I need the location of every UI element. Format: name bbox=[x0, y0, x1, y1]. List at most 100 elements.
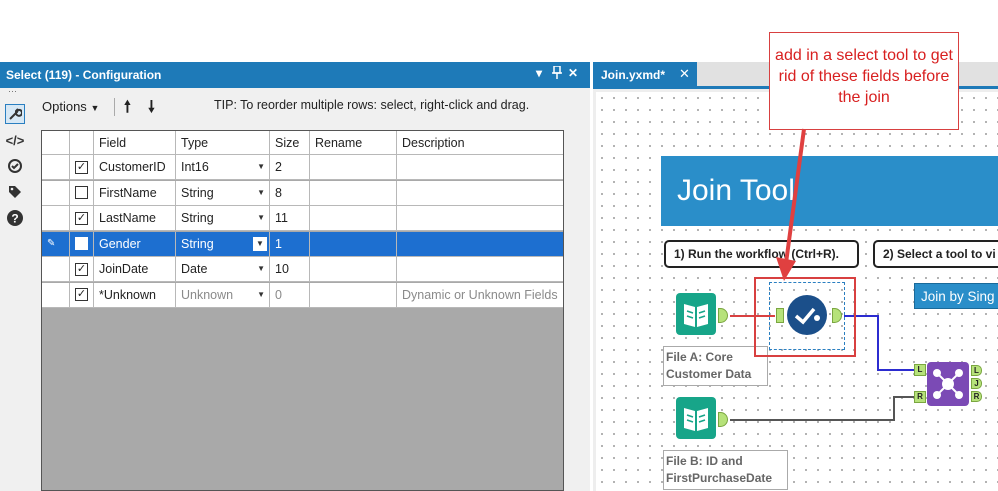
tab-close-icon[interactable]: ✕ bbox=[679, 66, 690, 82]
field-description-cell[interactable] bbox=[397, 257, 563, 281]
field-size-cell[interactable]: 1 bbox=[270, 231, 310, 256]
field-grid: Field Type Size Rename Description ✓ Cust… bbox=[41, 130, 564, 491]
chevron-down-icon[interactable]: ▼ bbox=[257, 264, 265, 273]
field-type: Date bbox=[181, 262, 208, 276]
field-name: FirstName bbox=[99, 185, 157, 200]
field-type-cell[interactable]: String ▼ bbox=[176, 206, 270, 230]
join-icon[interactable] bbox=[927, 362, 969, 406]
header-field[interactable]: Field bbox=[94, 131, 176, 154]
field-size: 1 bbox=[275, 236, 282, 251]
table-row[interactable]: ✎ Gender String ▼ 1 bbox=[42, 231, 563, 257]
field-size-cell[interactable]: 2 bbox=[270, 155, 310, 179]
chevron-down-icon: ▼ bbox=[90, 103, 100, 113]
field-rename-cell[interactable] bbox=[310, 231, 397, 256]
field-name-cell[interactable]: CustomerID bbox=[94, 155, 176, 179]
field-rename-cell[interactable] bbox=[310, 155, 397, 179]
left-rail: ··· </> ? bbox=[0, 86, 30, 491]
field-name: JoinDate bbox=[99, 262, 149, 276]
field-type-cell[interactable]: Date ▼ bbox=[176, 257, 270, 281]
row-checkbox-cell[interactable]: ✓ bbox=[70, 257, 94, 281]
join-out-r-anchor[interactable]: R bbox=[971, 391, 982, 402]
field-name-cell[interactable]: JoinDate bbox=[94, 257, 176, 281]
field-size-cell[interactable]: 8 bbox=[270, 180, 310, 205]
field-description: Dynamic or Unknown Fields bbox=[402, 287, 558, 302]
wrench-icon[interactable] bbox=[5, 104, 25, 124]
arrow-down-icon[interactable]: 🠗 bbox=[148, 96, 155, 123]
tag-icon[interactable] bbox=[5, 182, 25, 202]
annotation-callout: add in a select tool to get rid of these… bbox=[769, 32, 959, 130]
field-type-cell[interactable]: String ▼ bbox=[176, 180, 270, 205]
table-row[interactable]: ✓ *Unknown Unknown ▼ 0 Dynamic or Unknown Fie… bbox=[42, 282, 563, 308]
row-checkbox-cell[interactable] bbox=[70, 231, 94, 256]
field-size-cell[interactable]: 0 bbox=[270, 282, 310, 307]
field-type: String bbox=[181, 211, 214, 225]
join-right-anchor[interactable]: R bbox=[914, 391, 926, 403]
target-icon[interactable] bbox=[5, 156, 25, 176]
row-marker-cell bbox=[42, 206, 70, 230]
field-size-cell[interactable]: 10 bbox=[270, 257, 310, 281]
field-type: Int16 bbox=[181, 160, 209, 174]
header-rename[interactable]: Rename bbox=[310, 131, 397, 154]
field-size-cell[interactable]: 11 bbox=[270, 206, 310, 230]
chevron-down-icon[interactable]: ▼ bbox=[257, 213, 265, 222]
field-checkbox[interactable]: ✓ bbox=[75, 211, 88, 225]
field-checkbox[interactable]: ✓ bbox=[75, 288, 88, 301]
field-type: String bbox=[181, 236, 214, 251]
table-row[interactable]: FirstName String ▼ 8 bbox=[42, 180, 563, 206]
arrow-up-icon[interactable]: 🠕 bbox=[124, 96, 131, 123]
header-type[interactable]: Type bbox=[176, 131, 270, 154]
field-rename-cell[interactable] bbox=[310, 180, 397, 205]
table-row[interactable]: ✓ LastName String ▼ 11 bbox=[42, 206, 563, 231]
header-description[interactable]: Description bbox=[397, 131, 563, 154]
field-type-cell[interactable]: String ▼ bbox=[176, 231, 270, 256]
book-icon[interactable] bbox=[676, 397, 716, 439]
row-checkbox-cell[interactable]: ✓ bbox=[70, 206, 94, 230]
field-checkbox[interactable]: ✓ bbox=[75, 160, 88, 174]
field-name: Gender bbox=[99, 236, 141, 251]
toolbar-divider bbox=[114, 98, 115, 116]
code-icon[interactable]: </> bbox=[5, 130, 25, 150]
field-description-cell[interactable]: Dynamic or Unknown Fields bbox=[397, 283, 563, 307]
field-type-cell[interactable]: Unknown ▼ bbox=[176, 282, 270, 307]
dropdown-icon[interactable]: ▾ bbox=[536, 66, 542, 80]
field-name-cell[interactable]: FirstName bbox=[94, 180, 176, 205]
field-rename-cell[interactable] bbox=[310, 257, 397, 281]
row-checkbox-cell[interactable]: ✓ bbox=[70, 155, 94, 179]
field-type-cell[interactable]: Int16 ▼ bbox=[176, 155, 270, 179]
field-checkbox[interactable] bbox=[75, 186, 88, 199]
field-checkbox[interactable] bbox=[75, 237, 88, 250]
check-circle-icon[interactable] bbox=[786, 294, 828, 336]
join-out-l-anchor[interactable]: L bbox=[971, 365, 982, 376]
join-left-anchor[interactable]: L bbox=[914, 364, 926, 376]
header-size[interactable]: Size bbox=[270, 131, 310, 154]
field-rename-cell[interactable] bbox=[310, 282, 397, 307]
options-button[interactable]: Options ▼ bbox=[42, 99, 99, 114]
chevron-down-icon[interactable]: ▼ bbox=[257, 162, 265, 171]
file-b-line2: FirstPurchaseDate bbox=[666, 471, 773, 485]
header-check-cell bbox=[70, 131, 94, 154]
field-description-cell[interactable] bbox=[397, 181, 563, 205]
field-name-cell[interactable]: *Unknown bbox=[94, 282, 176, 307]
book-icon[interactable] bbox=[676, 293, 716, 335]
field-checkbox[interactable]: ✓ bbox=[75, 262, 88, 276]
pin-icon[interactable] bbox=[552, 65, 562, 83]
field-rename-cell[interactable] bbox=[310, 206, 397, 230]
table-row[interactable]: ✓ CustomerID Int16 ▼ 2 bbox=[42, 155, 563, 180]
field-name-cell[interactable]: LastName bbox=[94, 206, 176, 230]
field-name-cell[interactable]: Gender bbox=[94, 231, 176, 256]
chevron-down-icon[interactable]: ▼ bbox=[257, 188, 265, 197]
field-type: Unknown bbox=[181, 287, 234, 302]
row-checkbox-cell[interactable]: ✓ bbox=[70, 282, 94, 307]
input-anchor-select[interactable] bbox=[776, 308, 784, 323]
field-description-cell[interactable] bbox=[397, 232, 563, 256]
field-description-cell[interactable] bbox=[397, 206, 563, 230]
table-row[interactable]: ✓ JoinDate Date ▼ 10 bbox=[42, 257, 563, 282]
join-out-j-anchor[interactable]: J bbox=[971, 378, 982, 389]
chevron-down-icon[interactable]: ▼ bbox=[253, 236, 267, 251]
field-description-cell[interactable] bbox=[397, 155, 563, 179]
row-checkbox-cell[interactable] bbox=[70, 180, 94, 205]
config-title: Select (119) - Configuration bbox=[6, 68, 162, 82]
chevron-down-icon[interactable]: ▼ bbox=[257, 290, 265, 299]
help-icon[interactable]: ? bbox=[5, 208, 25, 228]
close-icon[interactable]: ✕ bbox=[568, 66, 578, 80]
